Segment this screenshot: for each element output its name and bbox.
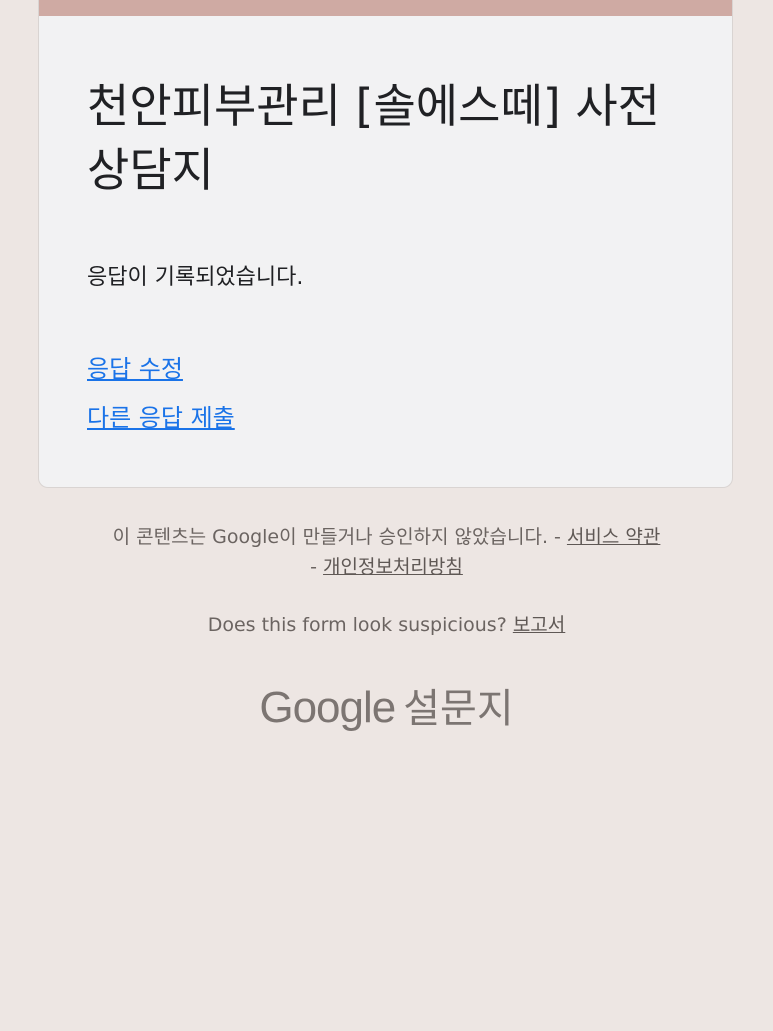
privacy-separator: -	[310, 556, 324, 578]
forms-product-name: 설문지	[403, 686, 514, 732]
suspicious-form-notice: Does this form look suspicious? 보고서	[40, 610, 733, 640]
disclaimer-text: 이 콘텐츠는 Google이 만들거나 승인하지 않았습니다. -	[112, 526, 567, 548]
edit-response-link[interactable]: 응답 수정	[87, 352, 183, 386]
suspicious-text: Does this form look suspicious?	[207, 614, 513, 636]
confirmation-message: 응답이 기록되었습니다.	[87, 265, 304, 290]
google-forms-logo[interactable]: Google 설문지	[0, 678, 773, 739]
confirmation-card: 천안피부관리 [솔에스떼] 사전 상담지 응답이 기록되었습니다. 응답 수정 …	[38, 0, 733, 488]
form-title: 천안피부관리 [솔에스떼] 사전 상담지	[87, 79, 660, 197]
card-accent-bar	[39, 0, 732, 16]
report-link[interactable]: 보고서	[513, 614, 565, 636]
google-wordmark: Google	[259, 683, 396, 732]
terms-of-service-link[interactable]: 서비스 약관	[567, 526, 660, 548]
footer-disclaimer: 이 콘텐츠는 Google이 만들거나 승인하지 않았습니다. - 서비스 약관…	[40, 522, 733, 582]
submit-another-response-link[interactable]: 다른 응답 제출	[87, 401, 235, 435]
privacy-policy-link[interactable]: 개인정보처리방침	[323, 556, 463, 578]
